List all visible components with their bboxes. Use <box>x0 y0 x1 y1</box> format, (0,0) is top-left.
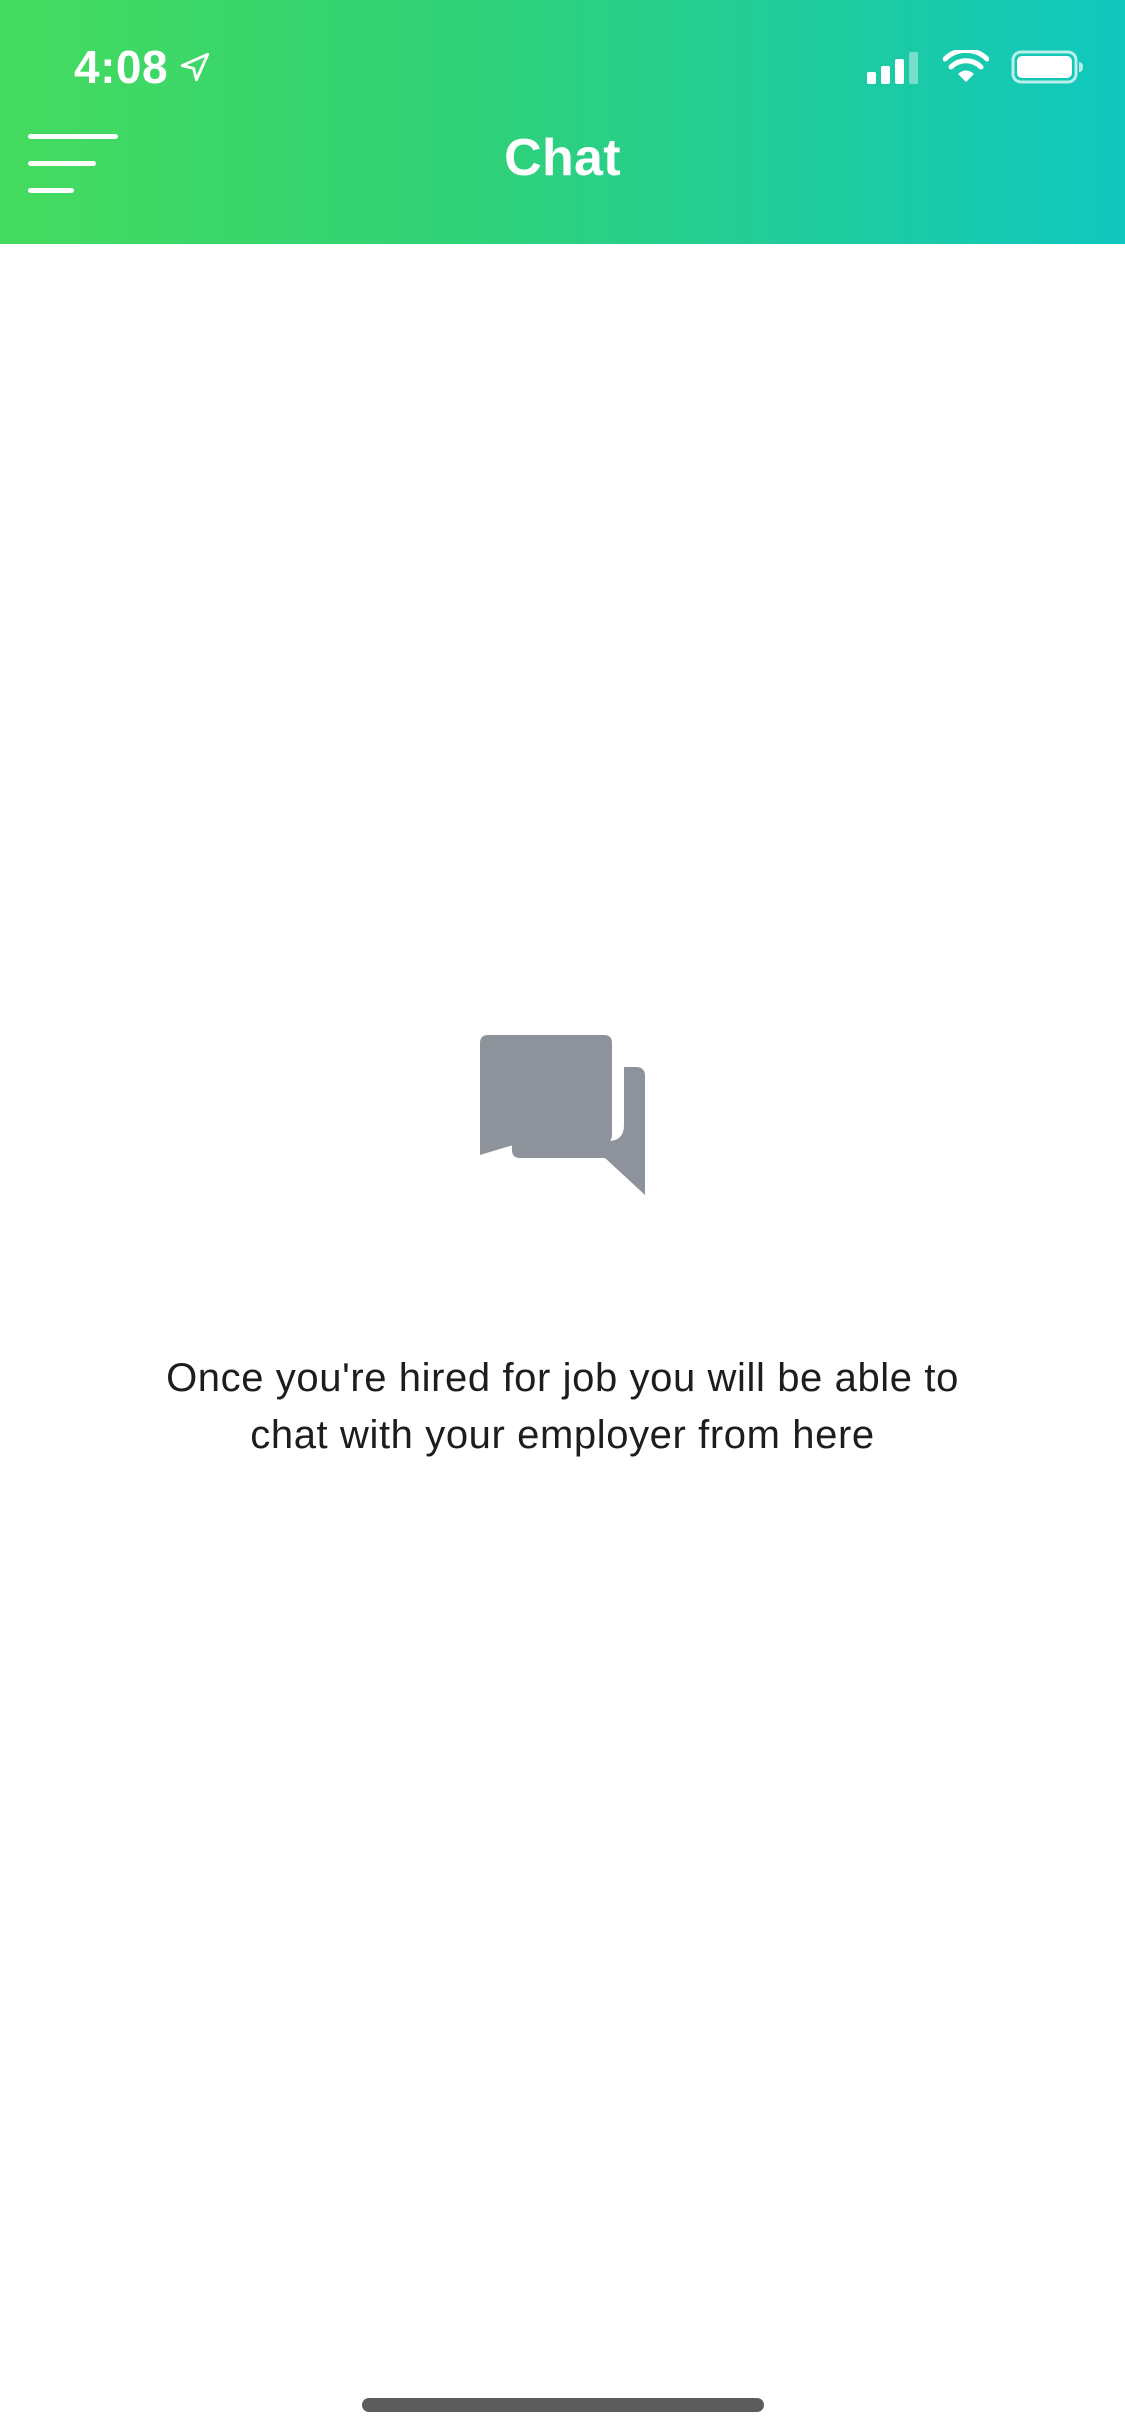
cellular-signal-icon <box>867 52 918 84</box>
location-arrow-icon <box>180 52 210 82</box>
app-header: 4:08 Chat <box>0 0 1125 244</box>
battery-icon <box>1011 50 1083 84</box>
status-bar-time: 4:08 <box>74 40 212 94</box>
wifi-icon <box>943 50 989 82</box>
home-indicator[interactable] <box>362 2398 764 2412</box>
page-title: Chat <box>504 129 621 187</box>
empty-state-message: Once you're hired for job you will be ab… <box>166 1356 959 1457</box>
chat-screen: 4:08 Chat Once you're hired for job you … <box>0 0 1125 2436</box>
menu-line-bottom <box>28 188 74 193</box>
chat-bubbles-icon <box>480 1035 645 1195</box>
status-time-label: 4:08 <box>74 41 169 93</box>
status-bar-indicators <box>867 50 1085 84</box>
